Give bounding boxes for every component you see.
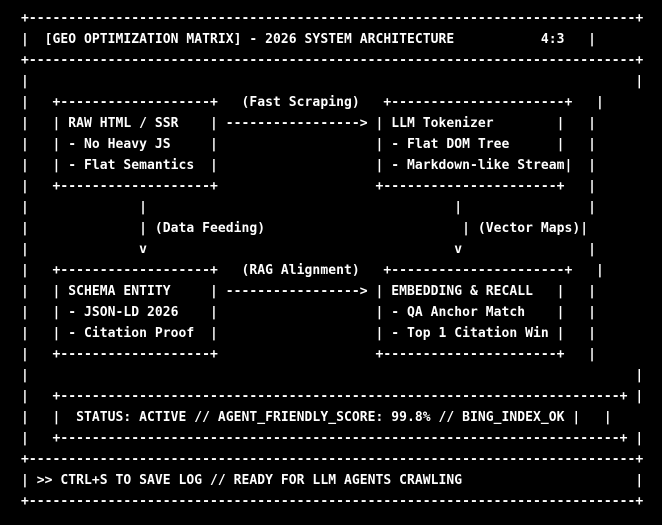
- diagram-line-status-row: | | STATUS: ACTIVE // AGENT_FRIENDLY_SCO…: [21, 410, 612, 425]
- diagram-line-status-top-border: | +-------------------------------------…: [21, 389, 644, 404]
- diagram-line-flat-semantics-row: | | - Flat Semantics | | - Markdown-like…: [21, 158, 596, 173]
- diagram-line-json-ld-row: | | - JSON-LD 2026 | | - QA Anchor Match…: [21, 305, 596, 320]
- diagram-line-data-feeding-row: | | (Data Feeding) | (Vector Maps)|: [21, 221, 589, 236]
- diagram-line-title-line: | [GEO OPTIMIZATION MATRIX] - 2026 SYSTE…: [21, 32, 596, 47]
- diagram-line-top-boxes-border: | +-------------------+ (Fast Scraping) …: [21, 95, 604, 110]
- diagram-line-schema-entity-row: | | SCHEMA ENTITY | -----------------> |…: [21, 284, 596, 299]
- ascii-architecture-diagram: +---------------------------------------…: [0, 0, 662, 525]
- diagram-line-blank-line: | |: [21, 74, 644, 89]
- diagram-line-footer-command-row: | >> CTRL+S TO SAVE LOG // READY FOR LLM…: [21, 473, 644, 488]
- diagram-line-bottom-border: +---------------------------------------…: [21, 494, 644, 509]
- diagram-line-top-border: +---------------------------------------…: [21, 11, 644, 26]
- diagram-line-status-bottom-border: | +-------------------------------------…: [21, 431, 644, 446]
- diagram-line-footer-border: +---------------------------------------…: [21, 452, 644, 467]
- diagram-line-citation-proof-row: | | - Citation Proof | | - Top 1 Citatio…: [21, 326, 596, 341]
- diagram-line-connector-line: | | | |: [21, 200, 596, 215]
- diagram-line-bottom-boxes-border: | +-------------------+ (RAG Alignment) …: [21, 263, 604, 278]
- diagram-line-blank-line: | |: [21, 368, 644, 383]
- diagram-line-raw-html-ssr-row: | | RAW HTML / SSR | -----------------> …: [21, 116, 596, 131]
- diagram-line-arrow-down-row: | v v |: [21, 242, 596, 257]
- diagram-line-top-boxes-bottom-border: | +-------------------+ +---------------…: [21, 179, 596, 194]
- diagram-line-bottom-boxes-bottom-border: | +-------------------+ +---------------…: [21, 347, 596, 362]
- diagram-line-no-heavy-js-row: | | - No Heavy JS | | - Flat DOM Tree | …: [21, 137, 596, 152]
- diagram-line-title-border: +---------------------------------------…: [21, 53, 644, 68]
